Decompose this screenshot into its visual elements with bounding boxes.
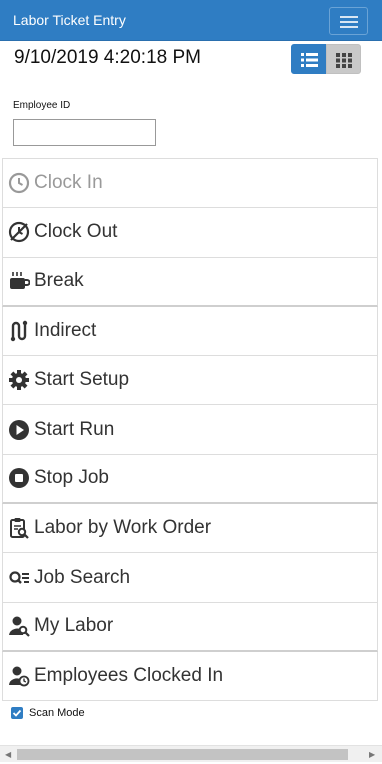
action-list: Clock In Clock Out Break Indirect Start … [2, 158, 378, 702]
play-icon [7, 418, 31, 442]
labor-by-work-order-label: Labor by Work Order [34, 517, 212, 539]
job-search-label: Job Search [34, 566, 131, 588]
hamburger-icon-line [340, 26, 358, 28]
clock-out-label: Clock Out [34, 221, 118, 243]
current-datetime: 9/10/2019 4:20:18 PM [14, 47, 201, 68]
job-search-button[interactable]: Job Search [2, 553, 378, 603]
employees-clocked-in-label: Employees Clocked In [34, 665, 224, 687]
employee-id-label: Employee ID [13, 100, 71, 111]
start-run-button[interactable]: Start Run [2, 405, 378, 455]
user-clock-icon [7, 664, 31, 688]
list-view-button[interactable] [291, 44, 326, 74]
break-button[interactable]: Break [2, 257, 378, 307]
labor-by-work-order-button[interactable]: Labor by Work Order [2, 504, 378, 554]
grid-icon [336, 53, 352, 68]
start-run-label: Start Run [34, 418, 115, 440]
indirect-button[interactable]: Indirect [2, 306, 378, 357]
clock-off-icon [7, 220, 31, 244]
clipboard-search-icon [7, 516, 31, 540]
menu-button[interactable] [329, 7, 368, 35]
scrollbar-thumb[interactable] [17, 749, 348, 760]
search-list-icon [7, 566, 31, 590]
clock-out-button[interactable]: Clock Out [2, 208, 378, 258]
view-toggle [291, 44, 362, 74]
start-setup-label: Start Setup [34, 369, 130, 391]
horizontal-scrollbar[interactable]: ◀ ▶ [0, 745, 382, 762]
stop-icon [7, 466, 31, 490]
user-search-icon [7, 614, 31, 638]
gear-icon [7, 368, 31, 392]
clock-in-button[interactable]: Clock In [2, 159, 378, 209]
hamburger-icon-line [340, 21, 358, 23]
break-label: Break [34, 270, 84, 292]
scroll-right-arrow[interactable]: ▶ [369, 750, 375, 759]
scroll-left-arrow[interactable]: ◀ [5, 750, 11, 759]
app-header: Labor Ticket Entry [0, 0, 382, 41]
scan-mode-label: Scan Mode [29, 707, 85, 719]
employees-clocked-in-button[interactable]: Employees Clocked In [2, 651, 378, 702]
scan-mode-checkbox[interactable] [11, 707, 23, 719]
grid-view-button[interactable] [326, 44, 361, 74]
start-setup-button[interactable]: Start Setup [2, 356, 378, 406]
hamburger-icon [340, 16, 358, 18]
stop-job-button[interactable]: Stop Job [2, 454, 378, 505]
my-labor-label: My Labor [34, 615, 114, 637]
list-icon [301, 53, 318, 67]
stop-job-label: Stop Job [34, 467, 109, 489]
scan-mode-row: Scan Mode [11, 707, 85, 719]
clock-in-label: Clock In [34, 172, 103, 194]
check-icon [12, 709, 22, 717]
coffee-icon [7, 269, 31, 293]
clock-icon [7, 171, 31, 195]
app-title: Labor Ticket Entry [13, 12, 126, 28]
indirect-label: Indirect [34, 320, 97, 342]
indirect-icon [7, 319, 31, 343]
employee-id-input[interactable] [13, 119, 156, 146]
my-labor-button[interactable]: My Labor [2, 602, 378, 652]
